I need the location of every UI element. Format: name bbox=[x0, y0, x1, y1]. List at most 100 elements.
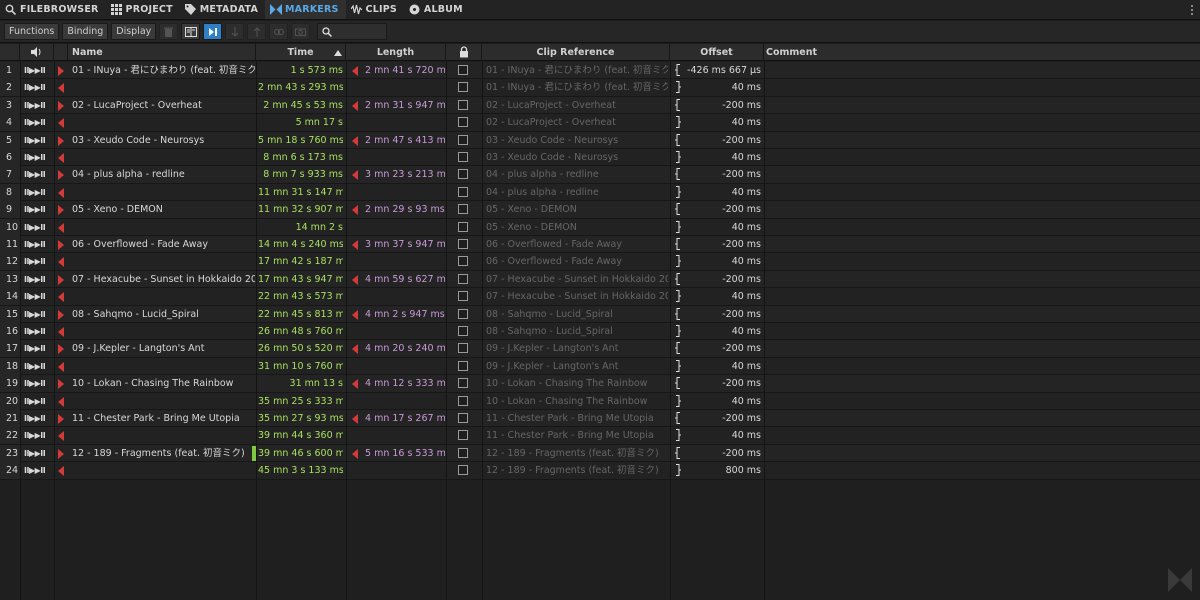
marker-comment[interactable] bbox=[766, 79, 1196, 96]
marker-time[interactable]: 26 mn 48 s 760 ms bbox=[258, 323, 343, 340]
search-box[interactable] bbox=[317, 23, 388, 40]
marker-time[interactable]: 22 mn 45 s 813 ms bbox=[258, 306, 343, 323]
lock-checkbox[interactable] bbox=[458, 447, 468, 458]
play-marker-control[interactable]: II▶▶II bbox=[24, 358, 46, 375]
audio-column-header[interactable] bbox=[20, 44, 54, 61]
play-marker-control[interactable]: II▶▶II bbox=[24, 393, 46, 410]
book-button[interactable] bbox=[181, 23, 201, 40]
marker-time[interactable]: 39 mn 44 s 360 ms bbox=[258, 427, 343, 444]
marker-length[interactable] bbox=[365, 253, 445, 270]
play-marker-control[interactable]: II▶▶II bbox=[24, 79, 46, 96]
marker-length[interactable]: 4 mn 59 s 627 ms bbox=[365, 271, 445, 288]
table-row[interactable]: 11 II▶▶II 06 - Overflowed - Fade Away 14 mn… bbox=[0, 236, 1200, 254]
marker-name[interactable] bbox=[72, 288, 255, 305]
marker-offset[interactable]: 40 ms bbox=[684, 358, 761, 375]
marker-comment[interactable] bbox=[766, 62, 1196, 79]
lock-checkbox[interactable] bbox=[458, 186, 468, 197]
marker-name[interactable]: 08 - Sahqmo - Lucid_Spiral bbox=[72, 306, 255, 323]
table-row[interactable]: 17 II▶▶II 09 - J.Kepler - Langton's Ant 26 … bbox=[0, 340, 1200, 358]
marker-name[interactable]: 11 - Chester Park - Bring Me Utopia bbox=[72, 410, 255, 427]
table-row[interactable]: 24 II▶▶II 45 mn 3 s 133 ms 12 - 189 - Fragm… bbox=[0, 462, 1200, 480]
marker-name[interactable] bbox=[72, 358, 255, 375]
marker-time[interactable]: 5 mn 17 s bbox=[258, 114, 343, 131]
marker-time[interactable]: 45 mn 3 s 133 ms bbox=[258, 462, 343, 479]
play-marker-control[interactable]: II▶▶II bbox=[24, 219, 46, 236]
marker-name[interactable]: 05 - Xeno - DEMON bbox=[72, 201, 255, 218]
marker-offset[interactable]: -200 ms bbox=[684, 410, 761, 427]
marker-offset[interactable]: 40 ms bbox=[684, 184, 761, 201]
play-marker-control[interactable]: II▶▶II bbox=[24, 288, 46, 305]
lock-checkbox[interactable] bbox=[458, 99, 468, 110]
marker-comment[interactable] bbox=[766, 236, 1196, 253]
marker-name[interactable] bbox=[72, 253, 255, 270]
marker-name[interactable] bbox=[72, 114, 255, 131]
length-column-header[interactable]: Length bbox=[346, 44, 446, 61]
marker-name[interactable]: 09 - J.Kepler - Langton's Ant bbox=[72, 340, 255, 357]
table-row[interactable]: 7 II▶▶II 04 - plus alpha - redline 8 mn 7 s… bbox=[0, 166, 1200, 184]
marker-comment[interactable] bbox=[766, 375, 1196, 392]
play-marker-control[interactable]: II▶▶II bbox=[24, 306, 46, 323]
marker-time[interactable]: 17 mn 43 s 947 ms bbox=[258, 271, 343, 288]
marker-offset[interactable]: -200 ms bbox=[684, 445, 761, 462]
lock-checkbox[interactable] bbox=[458, 65, 468, 75]
table-row[interactable]: 15 II▶▶II 08 - Sahqmo - Lucid_Spiral 22 mn … bbox=[0, 305, 1200, 323]
lock-checkbox[interactable] bbox=[458, 308, 468, 319]
play-marker-control[interactable]: II▶▶II bbox=[24, 271, 46, 288]
marker-comment[interactable] bbox=[766, 340, 1196, 357]
table-row[interactable]: 18 II▶▶II 31 mn 10 s 760 ms 09 - J.Kepler -… bbox=[0, 357, 1200, 376]
offset-column-header[interactable]: Offset bbox=[670, 44, 764, 61]
marker-time[interactable]: 14 mn 4 s 240 ms bbox=[258, 236, 343, 253]
table-row[interactable]: 9 II▶▶II 05 - Xeno - DEMON 11 mn 32 s 907 m… bbox=[0, 201, 1200, 219]
lock-checkbox[interactable] bbox=[458, 117, 468, 128]
marker-offset[interactable]: 40 ms bbox=[684, 427, 761, 444]
marker-length[interactable]: 3 mn 23 s 213 ms bbox=[365, 166, 445, 183]
lock-checkbox[interactable] bbox=[458, 395, 468, 406]
marker-name[interactable] bbox=[72, 79, 255, 96]
lock-checkbox[interactable] bbox=[458, 465, 468, 476]
panel-menu-icon[interactable] bbox=[1190, 0, 1200, 19]
marker-offset[interactable]: -200 ms bbox=[684, 340, 761, 357]
play-marker-control[interactable]: II▶▶II bbox=[24, 62, 46, 79]
marker-name[interactable] bbox=[72, 219, 255, 236]
lock-checkbox[interactable] bbox=[458, 204, 468, 215]
marker-offset[interactable]: 800 ms bbox=[684, 462, 761, 479]
marker-name[interactable] bbox=[72, 323, 255, 340]
lock-checkbox[interactable] bbox=[458, 430, 468, 441]
table-row[interactable]: 5 II▶▶II 03 - Xeudo Code - Neurosys 5 mn 18… bbox=[0, 131, 1200, 149]
binding-button[interactable]: Binding bbox=[62, 23, 109, 40]
marker-comment[interactable] bbox=[766, 306, 1196, 323]
tab-album[interactable]: ALBUM bbox=[404, 0, 470, 19]
marker-comment[interactable] bbox=[766, 410, 1196, 427]
play-marker-control[interactable]: II▶▶II bbox=[24, 375, 46, 392]
tab-metadata[interactable]: METADATA bbox=[180, 0, 265, 19]
play-marker-control[interactable]: II▶▶II bbox=[24, 114, 46, 131]
table-row[interactable]: 12 II▶▶II 17 mn 42 s 187 ms 06 - Overflowed… bbox=[0, 253, 1200, 271]
marker-time[interactable]: 22 mn 43 s 573 ms bbox=[258, 288, 343, 305]
lock-checkbox[interactable] bbox=[458, 360, 468, 371]
lock-checkbox[interactable] bbox=[458, 169, 468, 180]
marker-length[interactable] bbox=[365, 79, 445, 96]
marker-offset[interactable]: 40 ms bbox=[684, 149, 761, 166]
marker-comment[interactable] bbox=[766, 393, 1196, 410]
marker-comment[interactable] bbox=[766, 253, 1196, 270]
play-marker-control[interactable]: II▶▶II bbox=[24, 323, 46, 340]
lock-checkbox[interactable] bbox=[458, 221, 468, 232]
table-row[interactable]: 10 II▶▶II 14 mn 2 s 05 - Xeno - DEMON 40 ms bbox=[0, 218, 1200, 236]
marker-length[interactable] bbox=[365, 358, 445, 375]
marker-comment[interactable] bbox=[766, 132, 1196, 149]
marker-comment[interactable] bbox=[766, 427, 1196, 444]
marker-length[interactable]: 4 mn 20 s 240 ms bbox=[365, 340, 445, 357]
move-up-button[interactable] bbox=[247, 23, 267, 40]
marker-time[interactable]: 8 mn 6 s 173 ms bbox=[258, 149, 343, 166]
marker-name[interactable] bbox=[72, 184, 255, 201]
marker-offset[interactable]: 40 ms bbox=[684, 219, 761, 236]
marker-offset[interactable]: 40 ms bbox=[684, 253, 761, 270]
play-marker-control[interactable]: II▶▶II bbox=[24, 132, 46, 149]
marker-name[interactable] bbox=[72, 427, 255, 444]
table-row[interactable]: 3 II▶▶II 02 - LucaProject - Overheat 2 mn 4… bbox=[0, 96, 1200, 115]
marker-comment[interactable] bbox=[766, 149, 1196, 166]
marker-offset[interactable]: -200 ms bbox=[684, 271, 761, 288]
marker-offset[interactable]: 40 ms bbox=[684, 288, 761, 305]
table-row[interactable]: 1 II▶▶II 01 - INuya - 君にひまわり (feat. 初音ミク) 1… bbox=[0, 62, 1200, 80]
marker-time[interactable]: 11 mn 31 s 147 ms bbox=[258, 184, 343, 201]
